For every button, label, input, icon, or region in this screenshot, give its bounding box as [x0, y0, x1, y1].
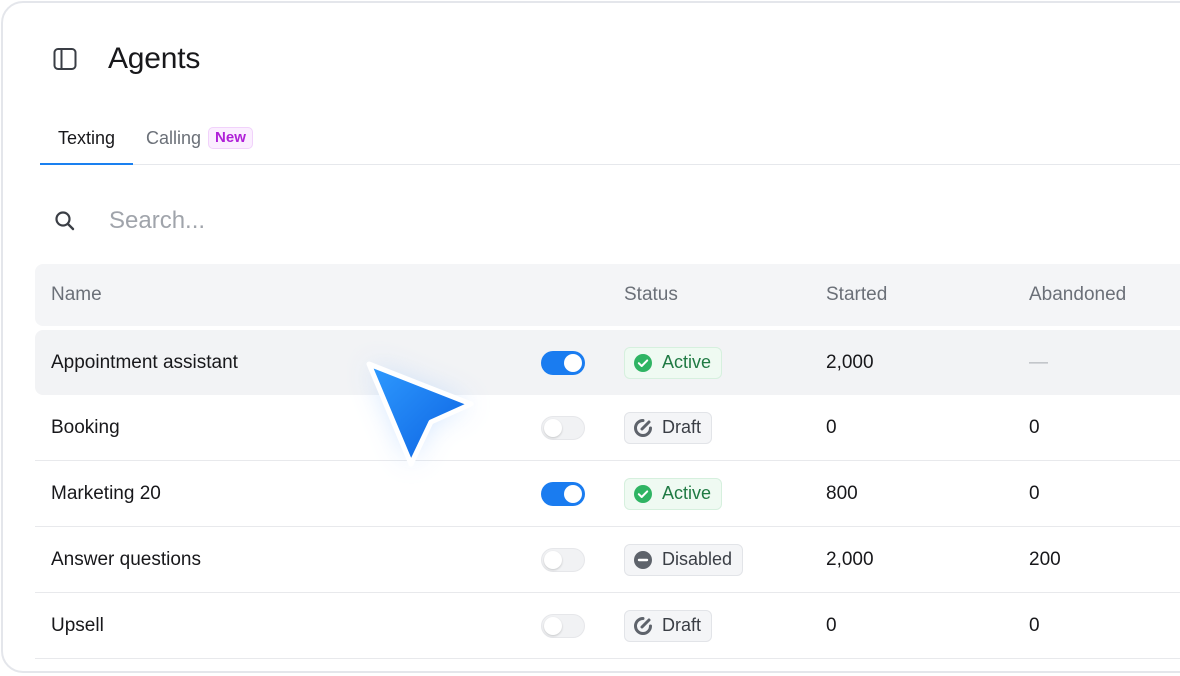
agent-name: Upsell: [51, 614, 104, 636]
status-cell: Active: [624, 461, 723, 526]
status-cell: Draft: [624, 395, 713, 460]
tab-bar: Texting Calling New: [40, 112, 1180, 165]
enable-toggle[interactable]: [541, 350, 585, 375]
toggle-cell: [541, 395, 585, 460]
page-title: Agents: [108, 42, 201, 75]
enable-toggle[interactable]: [541, 481, 585, 506]
table-row[interactable]: Booking Draft 0 0: [35, 395, 1180, 461]
enable-toggle[interactable]: [541, 415, 585, 440]
status-badge: Active: [624, 477, 723, 510]
toggle-cell: [541, 527, 585, 592]
toggle-knob: [544, 616, 562, 635]
toggle-knob: [564, 484, 582, 503]
status-label: Disabled: [662, 549, 733, 569]
column-header-started[interactable]: Started: [826, 264, 887, 326]
abandoned-count: —: [1029, 351, 1048, 373]
table-row[interactable]: Upsell Draft 0 0: [35, 593, 1180, 659]
enable-toggle[interactable]: [541, 613, 585, 638]
draft-pen-icon: [633, 616, 653, 636]
draft-pen-icon: [633, 418, 653, 438]
check-circle-icon: [633, 353, 653, 373]
status-label: Draft: [662, 615, 702, 635]
agent-name: Appointment assistant: [51, 351, 238, 373]
column-header-abandoned[interactable]: Abandoned: [1029, 264, 1126, 326]
status-badge: Draft: [624, 411, 713, 444]
agent-name: Booking: [51, 416, 120, 438]
toggle-cell: [541, 461, 585, 526]
status-label: Active: [662, 483, 712, 503]
started-count: 0: [826, 416, 837, 438]
tab-label: Calling: [146, 127, 202, 148]
status-cell: Draft: [624, 593, 713, 658]
started-count: 2,000: [826, 351, 874, 373]
status-badge: Disabled: [624, 543, 744, 576]
search-input[interactable]: [107, 206, 611, 236]
tab-label: Texting: [57, 127, 116, 148]
started-count: 0: [826, 614, 837, 636]
toggle-knob: [544, 550, 562, 569]
tab-calling[interactable]: Calling New: [146, 112, 253, 164]
abandoned-count: 200: [1029, 548, 1061, 570]
started-count: 2,000: [826, 548, 874, 570]
column-header-name[interactable]: Name: [51, 264, 102, 326]
search-bar: [52, 198, 652, 244]
sidebar-panel-icon[interactable]: [52, 46, 78, 72]
tab-texting[interactable]: Texting: [40, 112, 133, 165]
toggle-cell: [541, 330, 585, 395]
status-cell: Active: [624, 330, 723, 395]
search-icon: [52, 208, 78, 234]
new-badge: New: [208, 127, 253, 149]
agent-name: Answer questions: [51, 548, 201, 570]
abandoned-count: 0: [1029, 614, 1040, 636]
table-header: Name Status Started Abandoned: [35, 264, 1180, 326]
table-row[interactable]: Marketing 20 Active 800 0: [35, 461, 1180, 527]
enable-toggle[interactable]: [541, 547, 585, 572]
status-badge: Active: [624, 346, 723, 379]
abandoned-count: 0: [1029, 416, 1040, 438]
table-row[interactable]: Appointment assistant Active 2,000 —: [35, 330, 1180, 395]
toggle-knob: [544, 418, 562, 437]
status-label: Active: [662, 352, 712, 372]
column-header-status[interactable]: Status: [624, 264, 678, 326]
agent-name: Marketing 20: [51, 482, 161, 504]
status-label: Draft: [662, 417, 702, 437]
page-header: Agents: [52, 38, 200, 80]
agents-table: Name Status Started Abandoned Appointmen…: [35, 264, 1180, 659]
minus-circle-icon: [633, 550, 653, 570]
toggle-knob: [564, 353, 582, 372]
started-count: 800: [826, 482, 858, 504]
agents-page: Agents Texting Calling New Name Status S…: [0, 0, 1180, 676]
status-badge: Draft: [624, 609, 713, 642]
table-row[interactable]: Answer questions Disabled 2,000 200: [35, 527, 1180, 593]
status-cell: Disabled: [624, 527, 744, 592]
check-circle-icon: [633, 484, 653, 504]
abandoned-count: 0: [1029, 482, 1040, 504]
toggle-cell: [541, 593, 585, 658]
